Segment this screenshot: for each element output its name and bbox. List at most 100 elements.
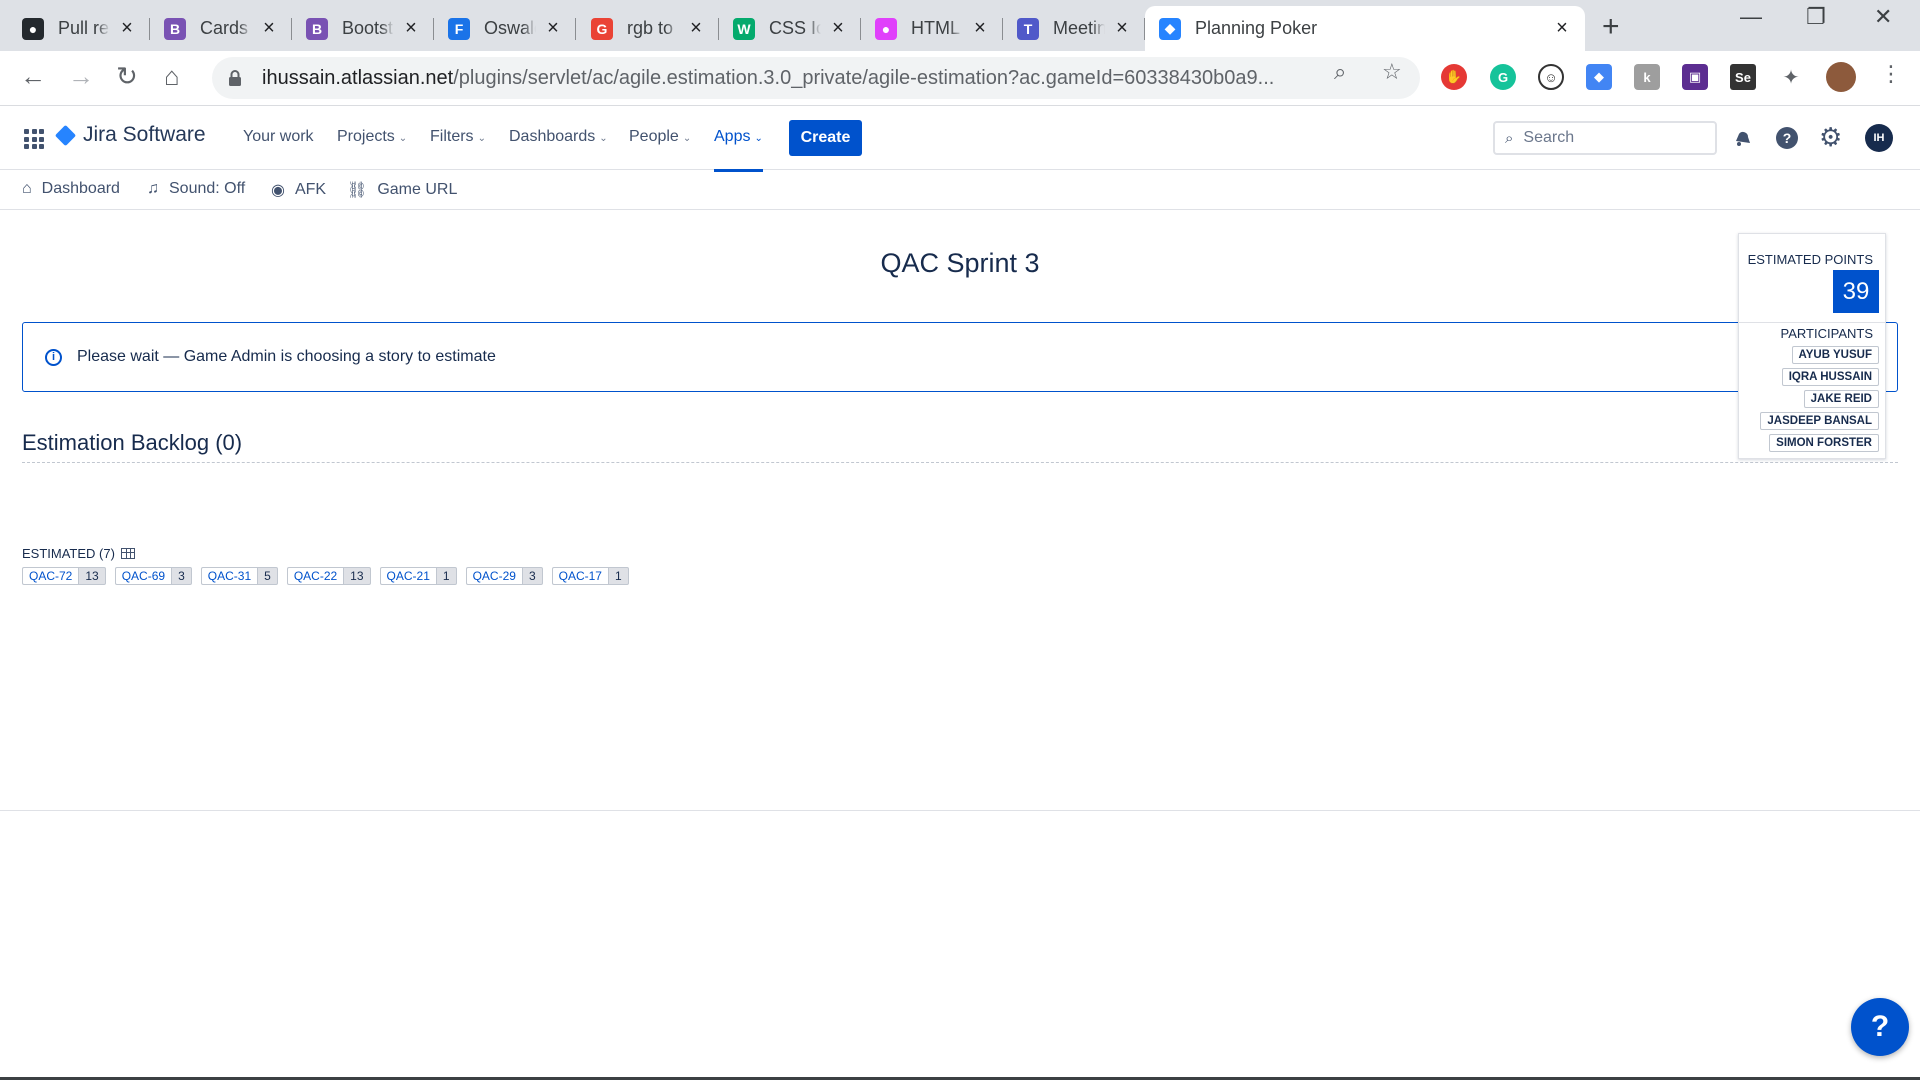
participants-list: AYUB YUSUF IQRA HUSSAIN JAKE REID JASDEEP B… xyxy=(1760,346,1879,452)
nav-projects[interactable]: Projects ⌄ xyxy=(337,128,407,146)
bookmark-star-icon[interactable]: ☆ xyxy=(1382,59,1402,85)
estimated-story-chip[interactable]: QAC-69 3 xyxy=(114,567,192,585)
adblock-extension-icon[interactable]: ✋ xyxy=(1441,64,1467,90)
story-points: 3 xyxy=(171,567,192,585)
eye-icon: ◉ xyxy=(271,182,285,199)
story-key[interactable]: QAC-72 xyxy=(22,567,79,585)
chevron-down-icon: ⌄ xyxy=(477,133,486,144)
close-tab-icon[interactable]: × xyxy=(827,17,849,40)
product-name: Jira Software xyxy=(83,123,206,146)
tab-label: Cards · Bootstrap xyxy=(200,18,252,38)
close-tab-icon[interactable]: × xyxy=(116,17,138,40)
extension-icon[interactable]: ◆ xyxy=(1586,64,1612,90)
notifications-icon[interactable] xyxy=(1732,126,1754,154)
home-icon[interactable]: ⌂ xyxy=(164,61,180,92)
close-tab-icon[interactable]: × xyxy=(542,17,564,40)
selenium-extension-icon[interactable]: Se xyxy=(1730,64,1756,90)
estimated-story-chip[interactable]: QAC-29 3 xyxy=(465,567,543,585)
game-url-link[interactable]: ⛓ Game URL xyxy=(347,180,457,200)
search-input[interactable]: ⌕ Search xyxy=(1493,121,1717,155)
tab-label: Planning Poker xyxy=(1195,18,1318,38)
story-points: 1 xyxy=(607,567,629,585)
create-button[interactable]: Create xyxy=(789,120,862,156)
estimated-story-chip[interactable]: QAC-21 1 xyxy=(379,567,457,585)
close-tab-icon[interactable]: × xyxy=(1551,17,1573,40)
nav-your-work[interactable]: Your work xyxy=(243,128,314,146)
new-tab-button[interactable]: + xyxy=(1602,10,1620,44)
extension-icon[interactable]: k xyxy=(1634,64,1660,90)
browser-tab[interactable]: ● Pull requests × xyxy=(8,6,150,51)
close-tab-icon[interactable]: × xyxy=(969,17,991,40)
backlog-title: Estimation Backlog (0) xyxy=(22,430,243,455)
browser-tab[interactable]: B Bootstrap × xyxy=(292,6,434,51)
bootstrap-icon: B xyxy=(306,17,328,40)
close-tab-icon[interactable]: × xyxy=(400,17,422,40)
app-switcher-icon[interactable] xyxy=(24,129,44,149)
story-key[interactable]: QAC-31 xyxy=(200,567,258,585)
estimated-story-chip[interactable]: QAC-17 1 xyxy=(551,567,629,585)
tab-label: Pull requests xyxy=(58,18,110,38)
extension-icon[interactable]: ▣ xyxy=(1682,64,1708,90)
profile-avatar[interactable] xyxy=(1826,62,1856,92)
story-key[interactable]: QAC-22 xyxy=(286,567,344,585)
svg-text:?: ? xyxy=(1783,130,1792,146)
jira-logo[interactable]: Jira Software xyxy=(54,123,206,147)
story-key[interactable]: QAC-69 xyxy=(114,567,172,585)
browser-tab[interactable]: W CSS Icons × xyxy=(719,6,861,51)
browser-tab[interactable]: ● HTML Colors × xyxy=(861,6,1003,51)
close-tab-icon[interactable]: × xyxy=(1111,17,1133,40)
story-key[interactable]: QAC-21 xyxy=(379,567,436,585)
info-message-box: i Please wait — Game Admin is choosing a… xyxy=(22,322,1898,392)
kebab-menu-icon[interactable]: ⋮ xyxy=(1880,61,1902,87)
restore-button[interactable]: ❐ xyxy=(1806,4,1826,30)
story-key[interactable]: QAC-17 xyxy=(551,567,608,585)
help-icon[interactable]: ? xyxy=(1775,126,1799,156)
chevron-down-icon: ⌄ xyxy=(398,133,408,144)
forward-icon[interactable]: → xyxy=(68,61,94,92)
tab-label: CSS Icons xyxy=(769,18,821,38)
extension-icon[interactable]: ☺ xyxy=(1538,64,1564,90)
search-placeholder: Search xyxy=(1523,129,1575,146)
address-bar[interactable]: ihussain.atlassian.net/plugins/servlet/a… xyxy=(212,57,1420,99)
participant-chip: JASDEEP BANSAL xyxy=(1760,412,1879,430)
reload-icon[interactable]: ↻ xyxy=(116,61,138,92)
estimated-story-chip[interactable]: QAC-72 13 xyxy=(22,567,106,585)
story-points: 1 xyxy=(435,567,457,585)
minimize-button[interactable]: — xyxy=(1740,4,1762,30)
user-avatar[interactable]: IH xyxy=(1865,124,1893,152)
afk-toggle[interactable]: ◉ AFK xyxy=(271,180,326,200)
close-window-button[interactable]: ✕ xyxy=(1874,4,1892,30)
close-tab-icon[interactable]: × xyxy=(685,17,707,40)
panel-divider xyxy=(1739,322,1885,323)
estimated-stories: QAC-72 13 QAC-69 3 QAC-31 5 QAC-22 13 QAC-21 1 QAC… xyxy=(22,567,629,585)
browser-tab[interactable]: B Cards · Bootstrap × xyxy=(150,6,292,51)
browser-tab[interactable]: F Oswald - Google Fonts × xyxy=(434,6,576,51)
participants-label: PARTICIPANTS xyxy=(1780,326,1873,341)
tab-label: rgb to hex xyxy=(627,18,679,38)
dashboard-link[interactable]: ⌂ Dashboard xyxy=(22,180,120,198)
table-view-icon[interactable] xyxy=(120,548,135,559)
estimated-story-chip[interactable]: QAC-22 13 xyxy=(286,567,371,585)
close-tab-icon[interactable]: × xyxy=(258,17,280,40)
settings-gear-icon[interactable]: ⚙ xyxy=(1819,122,1842,153)
estimated-story-chip[interactable]: QAC-31 5 xyxy=(200,567,278,585)
browser-tab[interactable]: ◆ Planning Poker × xyxy=(1145,6,1585,51)
search-icon: ⌕ xyxy=(1505,129,1514,147)
browser-tab[interactable]: Grgb to hex × xyxy=(577,6,719,51)
nav-people[interactable]: People ⌄ xyxy=(629,128,691,146)
story-points: 3 xyxy=(521,567,543,585)
story-key[interactable]: QAC-29 xyxy=(465,567,522,585)
back-icon[interactable]: ← xyxy=(20,61,46,92)
nav-filters[interactable]: Filters ⌄ xyxy=(430,128,486,146)
nav-dashboards[interactable]: Dashboards ⌄ xyxy=(509,128,608,146)
zoom-icon[interactable]: ⌕ xyxy=(1334,59,1346,85)
sound-toggle[interactable]: ♫ Sound: Off xyxy=(147,180,245,198)
help-fab-button[interactable]: ? xyxy=(1851,998,1909,1056)
participant-chip: IQRA HUSSAIN xyxy=(1781,368,1879,386)
grammarly-extension-icon[interactable]: G xyxy=(1490,64,1516,90)
game-summary-panel: ESTIMATED POINTS 39 PARTICIPANTS AYUB YU… xyxy=(1738,233,1886,459)
nav-apps[interactable]: Apps ⌄ xyxy=(714,128,763,172)
story-points: 5 xyxy=(257,567,278,585)
extensions-puzzle-icon[interactable]: ✦ xyxy=(1778,64,1804,90)
browser-tab[interactable]: T Meeting × xyxy=(1003,6,1145,51)
